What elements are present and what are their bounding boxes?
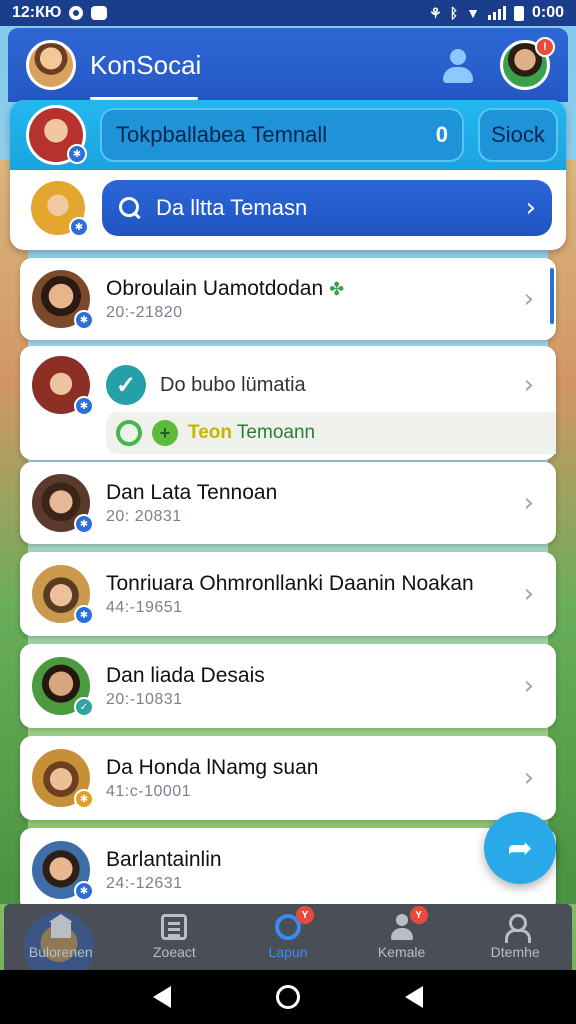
check-label: Do bubo lümatia (160, 373, 306, 396)
stock-button[interactable]: Siock (478, 108, 558, 162)
list-item[interactable]: ✱ ✓ Do bubo lümatia › + Teon Temoann (20, 346, 556, 460)
alarm-icon: ⚘ (429, 4, 442, 21)
nav-item-bulorenen[interactable]: Bulorenen (13, 914, 109, 960)
verified-badge-icon: ✱ (74, 789, 94, 809)
plus-circle-icon: + (152, 420, 178, 446)
building-icon (47, 914, 74, 940)
tag-text: Temoann (236, 422, 316, 443)
contact-avatar: ✱ (30, 354, 94, 416)
chevron-right-icon: › (525, 193, 536, 223)
list-item[interactable]: ✱ Obroulain Uamotdodan ✤ 20:-21820 › (20, 258, 556, 340)
back-icon[interactable] (152, 986, 171, 1008)
contact-name: Dan Lata Tennoan (106, 481, 278, 504)
search-icon (118, 196, 142, 220)
chevron-right-icon: › (523, 370, 534, 400)
group-count: 0 (435, 122, 448, 147)
document-icon (161, 914, 188, 940)
group-name: Tokpballabea Temnall (116, 122, 328, 147)
share-icon: ➦ (507, 831, 533, 865)
verified-badge-icon: ✱ (74, 605, 94, 625)
status-bar: 12:КЮ ⚘ ᛒ ▼ 0:00 (0, 0, 576, 26)
list-item[interactable]: ✱ Tonriuara Ohmronllanki Daanin Noakan 4… (20, 552, 556, 636)
contact-subtitle: 41:c-10001 (106, 783, 192, 800)
bluetooth-icon: ᛒ (449, 5, 459, 21)
nav-item-lapun[interactable]: Y Lapun (240, 906, 336, 960)
verified-badge-icon: ✓ (74, 697, 94, 717)
contact-avatar: ✱ (30, 268, 94, 330)
chevron-right-icon: › (523, 579, 534, 609)
tag-row[interactable]: + Teon Temoann (106, 412, 556, 454)
wifi-icon: ▼ (466, 5, 480, 21)
group-avatar[interactable]: ✱ (26, 105, 87, 165)
notification-dot-icon (69, 6, 84, 20)
chevron-right-icon: › (523, 284, 534, 314)
tag-label: Teon (188, 422, 232, 443)
nav-label: Kemale (377, 944, 426, 960)
battery-icon (513, 5, 524, 21)
list-item[interactable]: ✱ Da Honda lNamg suan 41:c-10001 › (20, 736, 556, 820)
share-fab-button[interactable]: ➦ (484, 812, 556, 884)
settings-badge-icon: ✱ (67, 144, 87, 164)
app-header: KonSocai ! (8, 28, 568, 102)
people-icon[interactable] (438, 45, 478, 85)
chevron-right-icon: › (523, 671, 534, 701)
status-time-right: 0:00 (531, 4, 564, 21)
clover-icon: ✤ (329, 279, 345, 299)
contact-avatar: ✱ (30, 839, 94, 901)
contact-subtitle: 20:-10831 (106, 691, 183, 708)
nav-item-zoeact[interactable]: Zoeact (126, 914, 222, 960)
badge-icon: ✱ (69, 217, 89, 237)
contact-avatar: ✱ (30, 472, 94, 534)
notification-badge: ! (535, 37, 555, 57)
profile-avatar[interactable] (26, 40, 76, 90)
nav-badge: Y (409, 906, 428, 924)
search-green-icon (116, 420, 142, 446)
contact-avatar: ✱ (30, 563, 94, 625)
list-item[interactable]: ✓ Dan liada Desais 20:-10831 › (20, 644, 556, 728)
list-item[interactable]: ✱ Dan Lata Tennoan 20: 20831 › (20, 462, 556, 544)
search-input[interactable]: Da lltta Temasn › (102, 180, 552, 236)
verified-badge-icon: ✱ (74, 310, 94, 330)
contact-avatar: ✱ (30, 747, 94, 809)
signal-icon (487, 6, 506, 20)
nav-item-kemale[interactable]: Y Kemale (354, 906, 450, 960)
home-icon[interactable] (275, 985, 300, 1009)
contact-subtitle: 20: 20831 (106, 508, 182, 525)
nav-label: Dtemhe (490, 944, 540, 960)
contact-name: Tonriuara Ohmronllanki Daanin Noakan (106, 572, 474, 595)
check-icon[interactable]: ✓ (106, 365, 146, 405)
nav-badge: Y (295, 906, 314, 924)
search-avatar[interactable]: ✱ (28, 178, 89, 238)
bottom-navigation: Bulorenen Zoeact Y Lapun Y Kemale Dtemhe (4, 904, 572, 982)
nav-label: Bulorenen (28, 944, 93, 960)
nav-item-dtemhe[interactable]: Dtemhe (467, 914, 563, 960)
contact-name: Barlantainlin (106, 848, 222, 871)
verified-badge-icon: ✱ (74, 881, 94, 901)
nav-label: Lapun (268, 944, 308, 960)
contact-avatar: ✓ (30, 655, 94, 717)
contact-name: Dan liada Desais (106, 664, 265, 687)
contact-subtitle: 44:-19651 (106, 599, 183, 616)
status-time-left: 12:КЮ (12, 4, 62, 21)
verified-badge-icon: ✱ (74, 514, 94, 534)
contact-subtitle: 20:-21820 (106, 304, 183, 321)
notifications-avatar[interactable]: ! (500, 37, 555, 90)
recents-icon[interactable] (405, 986, 424, 1008)
verified-badge-icon: ✱ (74, 396, 94, 416)
search-placeholder: Da lltta Temasn (156, 195, 308, 220)
contact-subtitle: 24:-12631 (106, 875, 183, 892)
list-item[interactable]: ✱ Barlantainlin 24:-12631 (20, 828, 556, 912)
person-outline-icon (502, 914, 532, 943)
nav-label: Zoeact (152, 944, 196, 960)
chevron-right-icon: › (523, 488, 534, 518)
search-panel: ✱ Tokpballabea Temnall 0 Siock ✱ Da lltt… (10, 100, 566, 250)
contact-name: Obroulain Uamotdodan (106, 277, 324, 300)
app-notification-icon (91, 6, 108, 20)
chevron-right-icon: › (523, 763, 534, 793)
contact-name: Da Honda lNamg suan (106, 756, 319, 779)
system-navigation-bar (0, 970, 576, 1024)
scrollbar[interactable] (550, 268, 554, 324)
group-name-field[interactable]: Tokpballabea Temnall 0 (100, 108, 464, 162)
app-title: KonSocai (90, 49, 202, 80)
